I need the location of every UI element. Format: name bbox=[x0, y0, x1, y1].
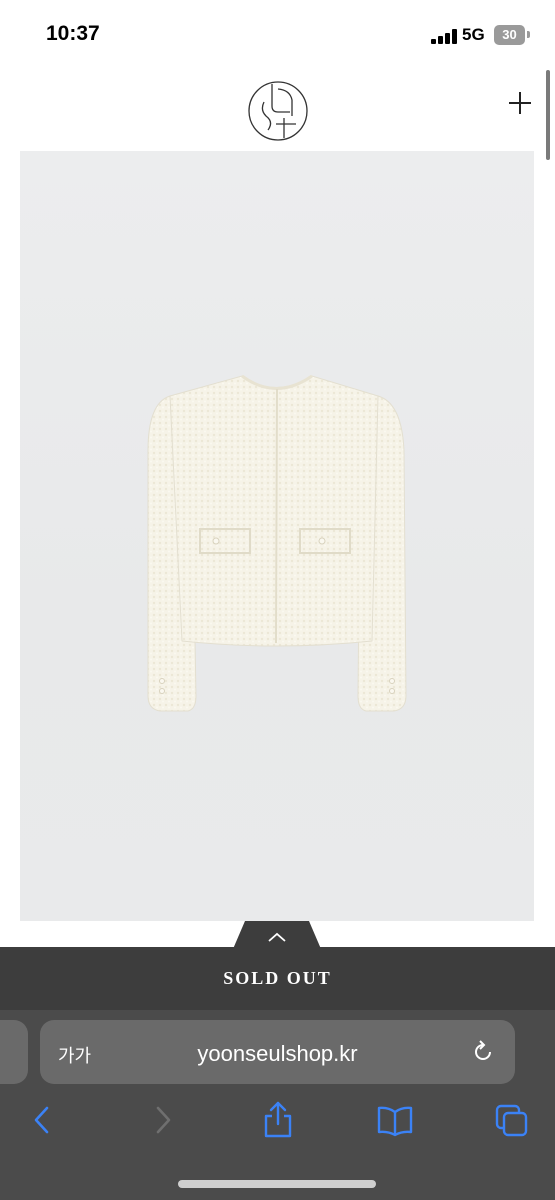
status-bar: 10:37 5G 30 bbox=[0, 0, 555, 70]
url-text[interactable]: yoonseulshop.kr bbox=[140, 1041, 415, 1067]
status-time: 10:37 bbox=[46, 22, 100, 45]
back-icon[interactable] bbox=[28, 1100, 58, 1140]
expand-tab[interactable] bbox=[233, 921, 321, 949]
previous-tab-preview[interactable] bbox=[0, 1020, 28, 1084]
sold-out-bar: SOLD OUT bbox=[0, 947, 555, 1010]
reload-icon[interactable] bbox=[470, 1039, 496, 1065]
bookmarks-icon[interactable] bbox=[376, 1100, 414, 1140]
battery-icon: 30 bbox=[494, 25, 525, 45]
text-size-button[interactable]: 가가 bbox=[58, 1042, 91, 1068]
scrollbar[interactable] bbox=[546, 70, 550, 160]
share-icon[interactable] bbox=[260, 1100, 296, 1140]
brand-logo[interactable] bbox=[246, 80, 310, 142]
signal-icon bbox=[431, 29, 457, 44]
product-image[interactable] bbox=[20, 151, 534, 921]
sold-out-label: SOLD OUT bbox=[223, 968, 332, 988]
tabs-icon[interactable] bbox=[494, 1100, 530, 1140]
network-type: 5G bbox=[462, 25, 485, 44]
battery-tip bbox=[527, 31, 530, 38]
forward-icon[interactable] bbox=[148, 1100, 178, 1140]
home-indicator[interactable] bbox=[178, 1180, 376, 1188]
plus-icon[interactable] bbox=[505, 88, 535, 118]
